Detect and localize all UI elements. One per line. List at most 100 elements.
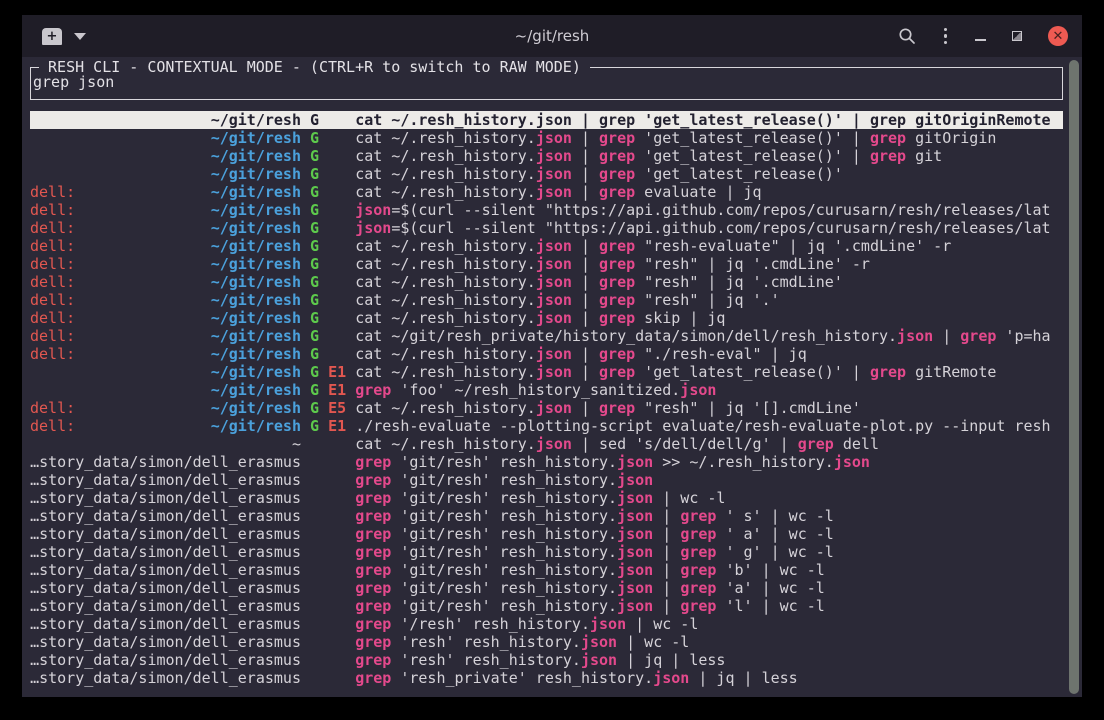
flag-error: E1: [328, 417, 346, 435]
scrollbar-thumb[interactable]: [1069, 60, 1079, 694]
host-label: dell:: [30, 345, 75, 363]
host-directory-cell: …story_data/simon/dell_erasmus: [30, 633, 301, 651]
history-row[interactable]: dell:~/git/resh G cat ~/.resh_history.js…: [30, 309, 1063, 327]
command-match: grep: [355, 669, 391, 687]
history-row[interactable]: dell:~/git/resh G cat ~/.resh_history.js…: [30, 237, 1063, 255]
command-match: json: [536, 435, 572, 453]
history-row[interactable]: dell:~/git/resh G cat ~/.resh_history.js…: [30, 255, 1063, 273]
host-directory-cell: …story_data/simon/dell_erasmus: [30, 471, 301, 489]
command-match: grep: [599, 399, 635, 417]
command-match: grep: [599, 309, 635, 327]
terminal-window: + ~/git/resh ✕ RESH CLI - CONTEXTUAL MOD…: [22, 15, 1082, 697]
command-text: |: [933, 327, 960, 345]
tab-list-caret-icon[interactable]: [74, 33, 86, 40]
command-text: 'b' | wc -l: [716, 561, 824, 579]
command-text: cat ~/.resh_history.: [355, 363, 536, 381]
command-text: cat ~/.resh_history.: [355, 291, 536, 309]
command-match: grep: [355, 453, 391, 471]
history-row[interactable]: …story_data/simon/dell_erasmus grep 'res…: [30, 651, 1063, 669]
history-row[interactable]: ~/git/resh G cat ~/.resh_history.json | …: [30, 165, 1063, 183]
flag-ok: G: [310, 345, 319, 363]
history-row[interactable]: dell:~/git/resh G cat ~/.resh_history.js…: [30, 345, 1063, 363]
history-row[interactable]: …story_data/simon/dell_erasmus grep 'git…: [30, 453, 1063, 471]
flag-error: E1: [328, 381, 346, 399]
flags-cell: G: [301, 111, 355, 129]
terminal-screen: RESH CLI - CONTEXTUAL MODE - (CTRL+R to …: [22, 57, 1082, 697]
flag-ok: G: [310, 309, 319, 327]
flags-cell: [301, 579, 355, 597]
history-row[interactable]: ~/git/resh G E1 grep 'foo' ~/resh_histor…: [30, 381, 1063, 399]
history-row[interactable]: …story_data/simon/dell_erasmus grep 'git…: [30, 561, 1063, 579]
command-match: grep: [599, 147, 635, 165]
command-text: "resh" | jq '.': [635, 291, 780, 309]
titlebar-right-controls: ✕: [898, 15, 1069, 57]
history-row[interactable]: dell:~/git/resh G E5 cat ~/.resh_history…: [30, 399, 1063, 417]
command-match: grep: [355, 597, 391, 615]
flags-cell: G E1: [301, 363, 355, 381]
command-text: |: [572, 291, 599, 309]
host-directory-cell: dell:~/git/resh: [30, 255, 301, 273]
command-text: cat ~/.resh_history.: [355, 147, 536, 165]
directory-label: ~/git/resh: [211, 255, 301, 273]
command-match: grep: [355, 561, 391, 579]
command-match: json: [355, 219, 391, 237]
history-row[interactable]: …story_data/simon/dell_erasmus grep '/re…: [30, 615, 1063, 633]
history-row[interactable]: dell:~/git/resh G cat ~/.resh_history.js…: [30, 291, 1063, 309]
command-match: json: [536, 273, 572, 291]
history-row[interactable]: dell:~/git/resh G E1 ./resh-evaluate --p…: [30, 417, 1063, 435]
history-row-selected[interactable]: ~/git/resh G cat ~/.resh_history.json | …: [30, 111, 1063, 129]
new-tab-icon[interactable]: +: [42, 28, 62, 45]
flag-ok: G: [310, 399, 319, 417]
history-row[interactable]: …story_data/simon/dell_erasmus grep 'git…: [30, 471, 1063, 489]
search-icon[interactable]: [898, 27, 916, 45]
history-row[interactable]: dell:~/git/resh G json=$(curl --silent "…: [30, 201, 1063, 219]
command-text: | jq | less: [617, 651, 725, 669]
command-text: 'git/resh' resh_history.: [391, 543, 617, 561]
history-row[interactable]: …story_data/simon/dell_erasmus grep 'git…: [30, 597, 1063, 615]
directory-label: ~/git/resh: [211, 327, 301, 345]
command-match: json: [536, 309, 572, 327]
history-row[interactable]: …story_data/simon/dell_erasmus grep 'git…: [30, 543, 1063, 561]
host-directory-cell: …story_data/simon/dell_erasmus: [30, 615, 301, 633]
history-row[interactable]: …story_data/simon/dell_erasmus grep 'res…: [30, 669, 1063, 687]
history-row[interactable]: ~ cat ~/.resh_history.json | sed 's/dell…: [30, 435, 1063, 453]
command-text: |: [653, 561, 680, 579]
command-match: json: [536, 363, 572, 381]
command-match: grep: [599, 129, 635, 147]
flags-cell: G: [301, 255, 355, 273]
command-match: json: [617, 561, 653, 579]
menu-kebab-icon[interactable]: [942, 26, 950, 47]
restore-icon[interactable]: [1012, 31, 1022, 41]
command-match: grep: [355, 633, 391, 651]
history-row[interactable]: …story_data/simon/dell_erasmus grep 'git…: [30, 525, 1063, 543]
flag-ok: G: [310, 129, 319, 147]
history-list: ~/git/resh G cat ~/.resh_history.json | …: [30, 111, 1063, 687]
command-match: json: [617, 597, 653, 615]
minimize-icon[interactable]: [975, 39, 986, 41]
history-row[interactable]: dell:~/git/resh G cat ~/.resh_history.js…: [30, 183, 1063, 201]
history-row[interactable]: ~/git/resh G E1 cat ~/.resh_history.json…: [30, 363, 1063, 381]
history-row[interactable]: dell:~/git/resh G json=$(curl --silent "…: [30, 219, 1063, 237]
flags-cell: G: [301, 183, 355, 201]
flags-cell: [301, 633, 355, 651]
command-text: |: [572, 237, 599, 255]
flags-cell: [301, 543, 355, 561]
command-match: grep: [870, 111, 906, 129]
flags-cell: G: [301, 165, 355, 183]
history-row[interactable]: …story_data/simon/dell_erasmus grep 'git…: [30, 579, 1063, 597]
history-row[interactable]: ~/git/resh G cat ~/.resh_history.json | …: [30, 147, 1063, 165]
history-row[interactable]: dell:~/git/resh G cat ~/.resh_history.js…: [30, 273, 1063, 291]
host-directory-cell: …story_data/simon/dell_erasmus: [30, 579, 301, 597]
command-text: 'git/resh' resh_history.: [391, 561, 617, 579]
history-row[interactable]: …story_data/simon/dell_erasmus grep 'git…: [30, 489, 1063, 507]
history-row[interactable]: …story_data/simon/dell_erasmus grep 'res…: [30, 633, 1063, 651]
command-match: grep: [355, 507, 391, 525]
directory-label: ~/git/resh: [211, 201, 301, 219]
command-text: | sed 's/dell/dell/g' |: [572, 435, 798, 453]
command-match: grep: [355, 381, 391, 399]
history-row[interactable]: dell:~/git/resh G cat ~/git/resh_private…: [30, 327, 1063, 345]
history-row[interactable]: …story_data/simon/dell_erasmus grep 'git…: [30, 507, 1063, 525]
close-icon[interactable]: ✕: [1048, 26, 1068, 46]
host-directory-cell: dell:~/git/resh: [30, 273, 301, 291]
history-row[interactable]: ~/git/resh G cat ~/.resh_history.json | …: [30, 129, 1063, 147]
